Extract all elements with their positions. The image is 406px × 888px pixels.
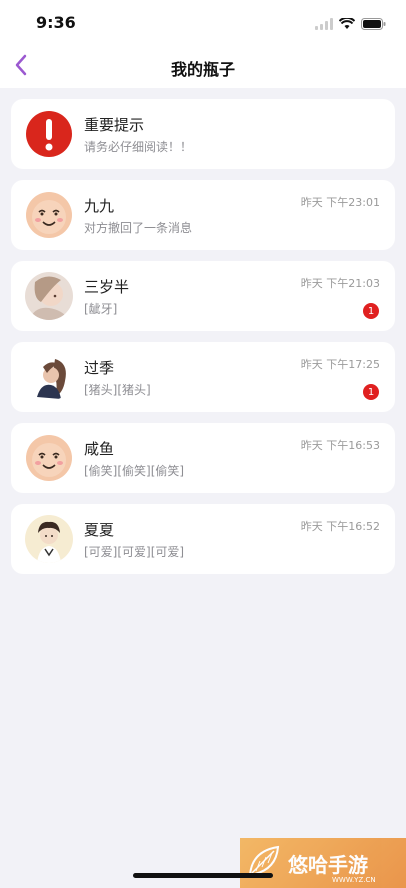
conversation-item[interactable]: 咸鱼 [偷笑][偷笑][偷笑] 昨天 下午16:53	[11, 423, 395, 493]
home-indicator[interactable]	[133, 873, 273, 878]
conversation-name: 九九	[84, 197, 115, 215]
conversation-name: 三岁半	[84, 278, 130, 296]
conversation-preview: 请务必仔细阅读！！	[84, 140, 193, 154]
conversation-preview: [可爱][可爱][可爱]	[84, 545, 185, 559]
conversation-preview: 对方撤回了一条消息	[84, 221, 193, 235]
conversation-time: 昨天 下午23:01	[300, 196, 380, 209]
conversation-item[interactable]: 过季 [猪头][猪头] 昨天 下午17:25 1	[11, 342, 395, 412]
conversation-time: 昨天 下午16:53	[300, 439, 380, 452]
watermark-text: 悠哈手游	[288, 852, 368, 877]
watermark-subtext: WWW.YZ.CN	[332, 876, 376, 884]
battery-icon	[361, 15, 386, 34]
watermark-logo: 悠哈手游 WWW.YZ.CN	[240, 838, 406, 888]
conversation-preview: [猪头][猪头]	[84, 383, 151, 397]
conversation-time: 昨天 下午21:03	[300, 277, 380, 290]
conversation-item-notice[interactable]: 重要提示 请务必仔细阅读！！	[11, 99, 395, 169]
unread-badge: 1	[363, 384, 379, 400]
conversation-item[interactable]: 三岁半 [龇牙] 昨天 下午21:03 1	[11, 261, 395, 331]
signal-icon	[315, 15, 333, 34]
nav-bar: 我的瓶子	[0, 44, 406, 88]
conversation-preview: [龇牙]	[84, 302, 118, 316]
photo-avatar	[25, 353, 73, 401]
smiley-avatar	[25, 434, 73, 482]
conversation-item[interactable]: 九九 对方撤回了一条消息 昨天 下午23:01	[11, 180, 395, 250]
wifi-icon	[338, 15, 356, 34]
conversation-time: 昨天 下午16:52	[300, 520, 380, 533]
conversation-name: 过季	[84, 359, 115, 377]
page-title: 我的瓶子	[170, 60, 235, 79]
conversation-list: 重要提示 请务必仔细阅读！！ 九九 对方撤回了一条消息 昨天 下午23:01 三…	[11, 99, 395, 585]
conversation-item[interactable]: 夏夏 [可爱][可爱][可爱] 昨天 下午16:52	[11, 504, 395, 574]
conversation-name: 重要提示	[84, 116, 145, 134]
conversation-name: 夏夏	[84, 521, 115, 539]
photo-avatar	[25, 272, 73, 320]
unread-badge: 1	[363, 303, 379, 319]
status-time: 9:36	[36, 13, 76, 32]
conversation-preview: [偷笑][偷笑][偷笑]	[84, 464, 185, 478]
top-bar: 9:36 我的瓶子	[0, 0, 406, 88]
conversation-time: 昨天 下午17:25	[300, 358, 380, 371]
conversation-name: 咸鱼	[84, 440, 115, 458]
photo-avatar	[25, 515, 73, 563]
smiley-avatar	[25, 191, 73, 239]
alert-icon	[25, 110, 73, 158]
status-icons	[315, 15, 386, 34]
status-bar: 9:36	[0, 0, 406, 44]
